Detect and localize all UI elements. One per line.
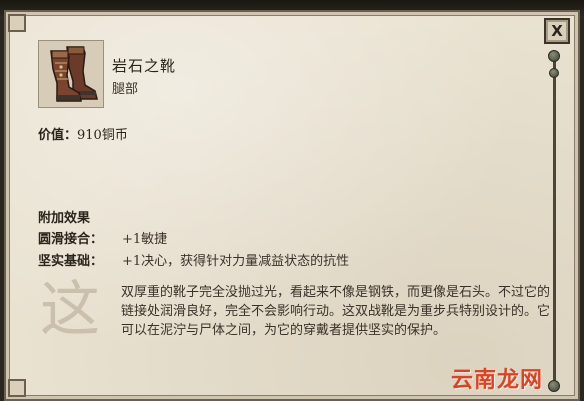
price-label: 价值：: [38, 128, 78, 143]
scroll-track[interactable]: [553, 58, 556, 384]
boots-icon: [38, 40, 104, 108]
effect-name: 圆滑接合：: [38, 232, 104, 247]
item-name: 岩石之靴: [112, 57, 177, 75]
scroll-thumb[interactable]: [549, 68, 559, 78]
corner-ornament: [8, 379, 26, 397]
effect-name: 坚实基础：: [38, 254, 104, 269]
item-price: 价值：910铜币: [38, 124, 128, 143]
effect-value: +1决心，获得针对力量减益状态的抗性: [122, 254, 350, 269]
price-value: 910铜币: [77, 128, 128, 143]
effect-value: +1敏捷: [122, 232, 168, 247]
scroll-down-knob[interactable]: [548, 380, 560, 392]
close-icon[interactable]: X: [551, 22, 563, 40]
effect-row: 圆滑接合： +1敏捷: [38, 228, 167, 247]
site-watermark: 云南龙网: [451, 368, 544, 393]
close-button[interactable]: X: [544, 18, 570, 44]
item-description: 双厚重的靴子完全没抛过光，看起来不像是钢铁，而更像是石头。不过它的链接处润滑良好…: [121, 285, 551, 338]
scrollbar[interactable]: [548, 50, 560, 392]
item-slot: 腿部: [112, 82, 139, 97]
effect-row: 坚实基础： +1决心，获得针对力量减益状态的抗性: [38, 250, 349, 269]
effects-title: 附加效果: [38, 211, 91, 226]
scroll-up-knob[interactable]: [548, 50, 560, 62]
description-drop-cap: 这: [40, 275, 100, 345]
corner-ornament: [8, 14, 26, 32]
